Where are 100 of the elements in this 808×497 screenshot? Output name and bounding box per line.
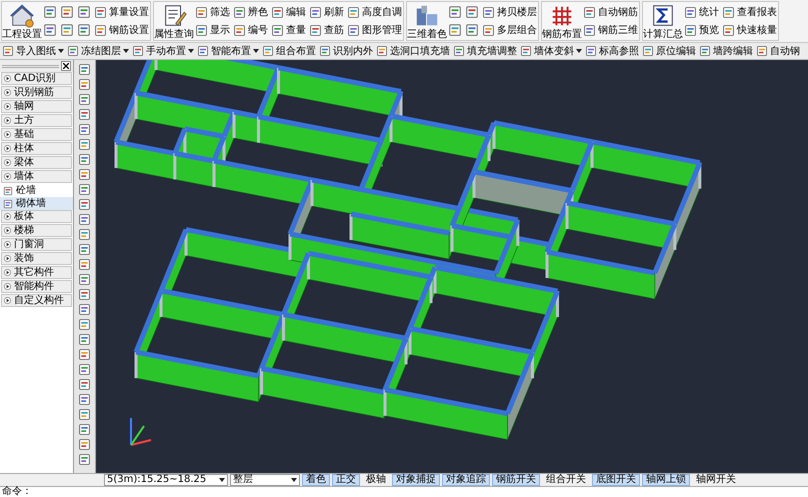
tree-item[interactable]: 自定义构件 (1, 294, 72, 307)
expand-icon (4, 117, 11, 124)
toolbar-button[interactable]: 组合布置 (262, 44, 316, 58)
toolbar-button[interactable]: 选洞口填充墙 (376, 44, 450, 58)
tree-item[interactable]: 识别钢筋 (1, 86, 72, 99)
ribbon-button[interactable]: 钢筋三维 (583, 22, 638, 38)
toolbar-button[interactable]: 墙体变斜 (520, 44, 582, 58)
tree-item[interactable]: 基础 (1, 128, 72, 141)
tree-item[interactable]: CAD识别 (1, 72, 72, 85)
expand-icon (4, 89, 11, 96)
tree-item[interactable]: 土方 (1, 114, 72, 127)
ribbon-button[interactable]: 统计 (684, 4, 719, 20)
tool-icon (448, 5, 462, 19)
ribbon-button[interactable]: 查看报表 (722, 4, 777, 20)
ribbon-button[interactable]: 多层组合 (482, 22, 537, 38)
dropdown-field[interactable]: 5(3m):15.25~18.25 (104, 474, 228, 486)
ribbon-button[interactable]: 筛选 (195, 4, 230, 20)
tool-icon (195, 24, 208, 36)
ribbon-button[interactable]: 刷新 (309, 4, 344, 20)
tool-icon (67, 45, 79, 57)
toolbar-button[interactable]: 识别内外 (319, 44, 373, 58)
ribbon-button[interactable]: 高度自调 (347, 4, 402, 20)
tree-item[interactable]: 装饰 (1, 252, 72, 265)
icon-button[interactable] (60, 4, 74, 20)
status-toggle[interactable]: 着色 (302, 474, 330, 486)
toolbar-button[interactable]: 冻结图层 (67, 44, 129, 58)
ribbon-button[interactable]: 图形管理 (347, 22, 402, 38)
expand-icon (4, 145, 11, 152)
toolbar-button[interactable]: 智能布置 (197, 44, 259, 58)
toolbar-button[interactable]: 手动布置 (132, 44, 194, 58)
status-toggle[interactable]: 轴网上锁 (642, 474, 690, 486)
ribbon-button[interactable]: 拷贝楼层 (482, 4, 537, 20)
icon-button[interactable] (43, 4, 57, 20)
tool-icon (684, 24, 697, 36)
icon-button[interactable] (60, 22, 74, 38)
toolbar-button[interactable]: 导入图纸 (2, 44, 64, 58)
ribbon-button[interactable]: 查筋 (309, 22, 344, 38)
ribbon-button[interactable]: 自动钢筋 (583, 4, 638, 20)
icon-button[interactable] (448, 4, 462, 20)
tool-icon (453, 45, 465, 57)
toolbar-button[interactable]: 填充墙调整 (453, 44, 517, 58)
tool-icon (699, 45, 711, 57)
icon-button[interactable] (77, 22, 91, 38)
status-toggle[interactable]: 对象捕捉 (392, 474, 440, 486)
tool-icon (78, 122, 91, 136)
tool-icon (132, 45, 144, 57)
tree-item[interactable]: 梁体 (1, 156, 72, 169)
close-button[interactable] (61, 61, 71, 71)
ribbon-button[interactable]: 显示 (195, 22, 230, 38)
tool-icon (684, 6, 697, 18)
tool-icon (271, 24, 284, 36)
large-tool-button[interactable]: 三维着色 (408, 2, 446, 40)
tree-item[interactable]: 智能构件 (1, 280, 72, 293)
ribbon-button[interactable]: 钢筋设置 (94, 22, 149, 38)
ribbon-button[interactable]: 预览 (684, 22, 719, 38)
ribbon-button[interactable]: 算量设置 (94, 4, 149, 20)
tool-icon (722, 24, 735, 36)
caret-icon (253, 49, 259, 53)
ribbon-button[interactable]: 编辑 (271, 4, 306, 20)
caret-icon (219, 478, 225, 482)
dropdown-field[interactable]: 整层 (230, 474, 300, 486)
tree-item[interactable]: 楼梯 (1, 224, 72, 237)
tool-icon (78, 138, 91, 150)
status-toggle[interactable]: 正交 (332, 474, 360, 486)
icon-button[interactable] (448, 22, 462, 38)
tree-item[interactable]: 柱体 (1, 142, 72, 155)
expand-icon (4, 241, 11, 248)
tool-icon (43, 5, 57, 19)
toolbar-button[interactable]: 自动钢 (756, 44, 800, 58)
tree-item[interactable]: 门窗洞 (1, 238, 72, 251)
status-toggle[interactable]: 底图开关 (592, 474, 640, 486)
expand-icon (4, 269, 11, 276)
tool-icon (309, 6, 322, 18)
icon-button[interactable] (465, 22, 479, 38)
ribbon-button[interactable]: 编号 (233, 22, 268, 38)
icon-button[interactable] (77, 4, 91, 20)
tree-item[interactable]: 其它构件 (1, 266, 72, 279)
toolbar-button[interactable]: 墙跨编辑 (699, 44, 753, 58)
toolbar-button[interactable]: 原位编辑 (642, 44, 696, 58)
ribbon-button[interactable]: 辨色 (233, 4, 268, 20)
tree-item[interactable]: 墙体 (1, 170, 72, 183)
ribbon-button[interactable]: 快速核量 (722, 22, 777, 38)
large-tool-button[interactable]: 工程设置 (3, 2, 41, 40)
status-toggle[interactable]: 钢筋开关 (492, 474, 540, 486)
icon-button[interactable] (43, 22, 57, 38)
tool-icon (60, 5, 74, 19)
large-tool-button[interactable]: 计算汇总 (644, 2, 682, 40)
tool-icon (78, 212, 91, 226)
tool-icon (233, 24, 246, 36)
large-tool-button[interactable]: 钢筋布置 (543, 2, 581, 40)
large-tool-button[interactable]: 属性查询 (155, 2, 193, 40)
status-toggle[interactable]: 对象追踪 (442, 474, 490, 486)
command-line: 命令： (1, 487, 32, 497)
icon-button[interactable] (465, 4, 479, 20)
tree-item[interactable]: 轴网 (1, 100, 72, 113)
tool-icon (78, 258, 91, 270)
ribbon-button[interactable]: 查量 (271, 22, 306, 38)
toolbar-button[interactable]: 标高参照 (585, 44, 639, 58)
tree-item[interactable]: 板体 (1, 210, 72, 223)
tree-child-item[interactable]: 砌体墙 (0, 197, 73, 210)
